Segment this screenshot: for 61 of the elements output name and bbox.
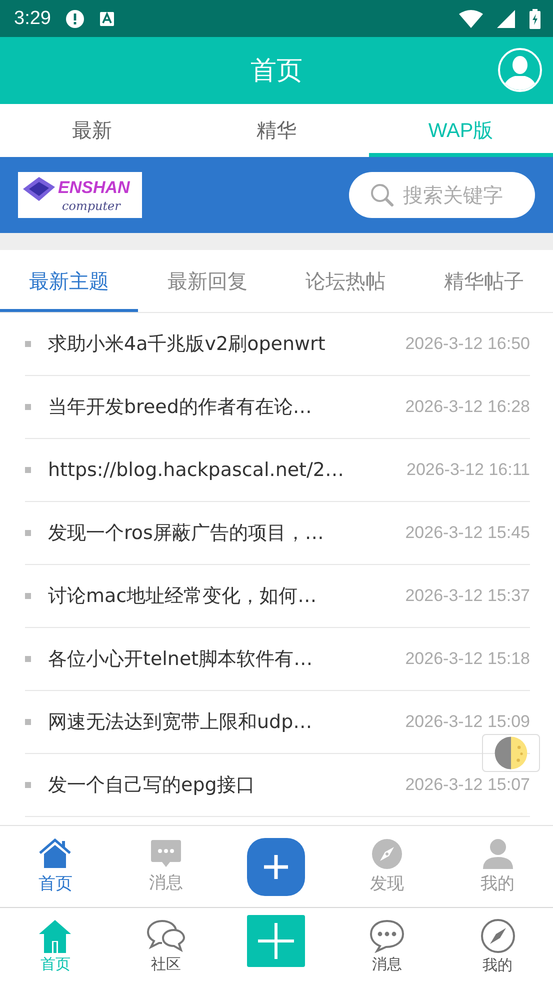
thread-title[interactable]: 求助小米4a千兆版v2刷openwrt — [48, 331, 398, 357]
chat-bubbles-icon — [146, 918, 186, 952]
bullet-icon — [25, 530, 31, 536]
home-icon — [38, 838, 72, 870]
bullet-icon — [25, 467, 31, 473]
thread-time: 2026-3-12 16:11 — [406, 460, 530, 480]
thread-title[interactable]: 网速无法达到宽带上限和udp… — [48, 709, 398, 735]
nav-item[interactable]: 社区 — [110, 908, 222, 984]
nav-item[interactable]: 我的 — [442, 908, 553, 984]
thread-time: 2026-3-12 15:45 — [405, 523, 530, 543]
search-icon — [369, 182, 395, 208]
thread-time: 2026-3-12 15:07 — [405, 775, 530, 795]
signal-icon — [497, 10, 515, 28]
battery-icon — [529, 8, 541, 28]
nav-tab[interactable]: 精华 — [184, 104, 369, 157]
bullet-icon — [25, 719, 31, 725]
thread-time: 2026-3-12 15:18 — [405, 649, 530, 669]
thread-title[interactable]: https://blog.hackpascal.net/2… — [48, 459, 398, 481]
home-icon — [38, 918, 72, 952]
thread-title[interactable]: 当年开发breed的作者有在论… — [48, 394, 398, 420]
message-icon — [150, 839, 182, 869]
nav-item[interactable]: 消息 — [332, 908, 442, 984]
thread-time: 2026-3-12 15:37 — [405, 586, 530, 606]
nav-tab[interactable]: 最新 — [0, 104, 184, 157]
night-mode-button[interactable] — [482, 734, 540, 772]
site-logo[interactable]: ENSHAN computer — [18, 172, 142, 218]
thread-title[interactable]: 讨论mac地址经常变化，如何… — [48, 583, 398, 609]
moon-icon — [494, 736, 528, 770]
bullet-icon — [25, 656, 31, 662]
add-button[interactable] — [247, 838, 306, 896]
page-title: 首页 — [250, 55, 302, 88]
topic-tab[interactable]: 最新主题 — [0, 250, 138, 312]
logo-title: ENSHAN — [58, 178, 130, 198]
plus-icon — [256, 921, 296, 961]
person-icon — [482, 838, 514, 870]
avatar-icon[interactable] — [498, 48, 542, 92]
thread-title[interactable]: 发现一个ros屏蔽广告的项目，… — [48, 520, 398, 546]
thread-title[interactable]: 发一个自己写的epg接口 — [48, 772, 398, 798]
wifi-icon — [459, 10, 483, 28]
bullet-icon — [25, 782, 31, 788]
topic-tab[interactable]: 最新回复 — [138, 250, 276, 312]
cube-icon — [21, 175, 57, 203]
compass-icon — [371, 838, 404, 870]
chat-bubble-icon — [369, 918, 406, 952]
bullet-icon — [25, 404, 31, 410]
logo-subtitle: computer — [62, 199, 120, 213]
compass-icon — [480, 918, 516, 954]
bullet-icon — [25, 593, 31, 599]
thread-time: 2026-3-12 15:09 — [405, 712, 530, 732]
alert-icon — [64, 8, 85, 28]
search-field[interactable]: 搜索关键字 — [349, 172, 535, 218]
nav-item[interactable]: 首页 — [0, 826, 111, 907]
bullet-icon — [25, 341, 31, 347]
thread-time: 2026-3-12 16:28 — [405, 397, 530, 417]
status-time: 3:29 — [14, 8, 51, 30]
keyboard-icon — [98, 10, 115, 26]
topic-tab[interactable]: 精华帖子 — [414, 250, 553, 312]
add-button[interactable] — [247, 915, 306, 967]
thread-time: 2026-3-12 16:50 — [405, 334, 530, 354]
thread-title[interactable]: 各位小心开telnet脚本软件有… — [48, 646, 398, 672]
topic-tab[interactable]: 论坛热帖 — [276, 250, 415, 312]
